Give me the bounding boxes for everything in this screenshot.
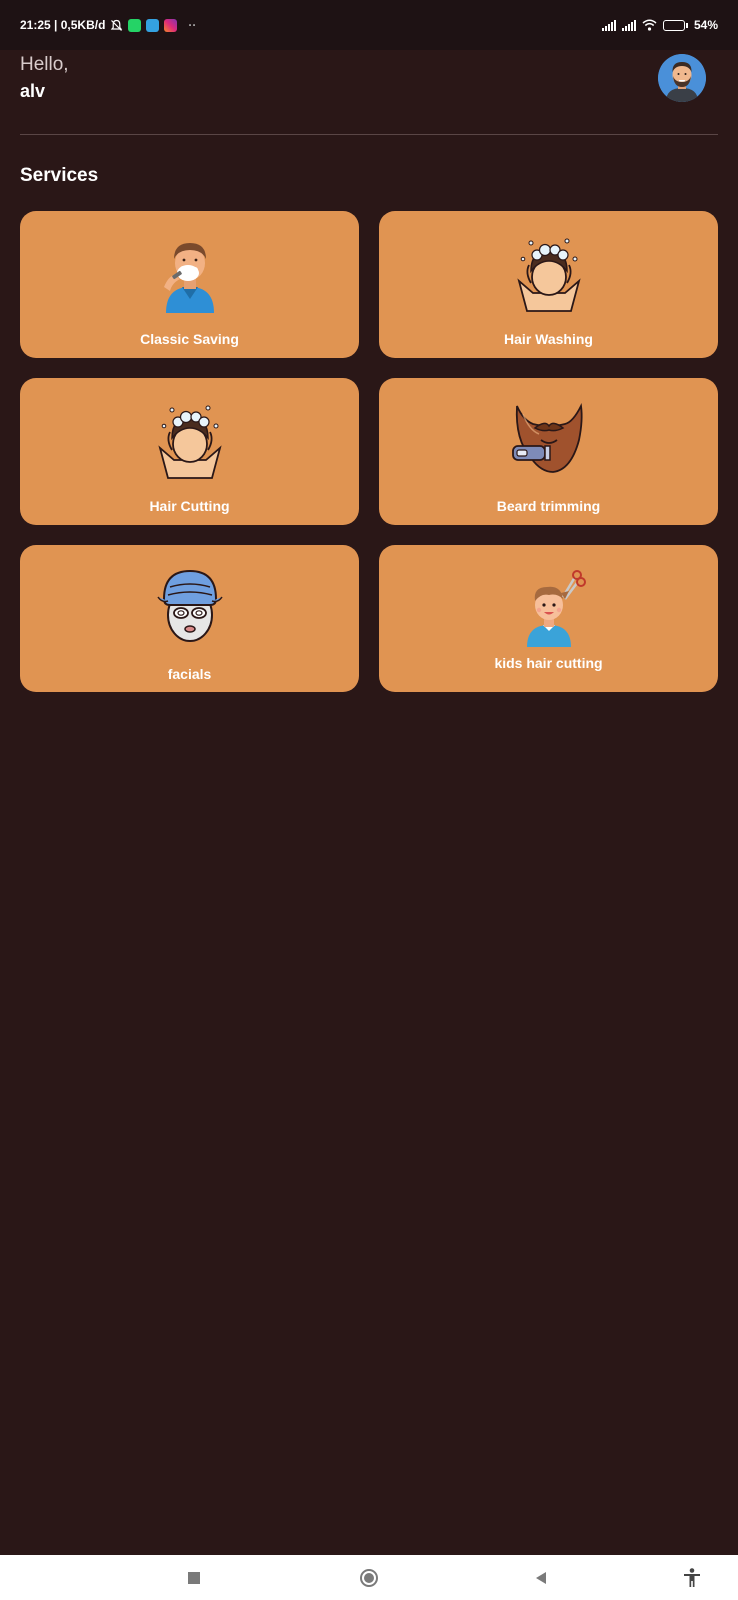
- services-title: Services: [20, 165, 99, 186]
- whatsapp-icon: [128, 18, 142, 32]
- service-label: kids hair cutting: [494, 655, 603, 671]
- service-card-beard-trimming[interactable]: Beard trimming: [379, 378, 718, 525]
- hair-washing-icon: [516, 238, 581, 312]
- wifi-icon: [642, 19, 657, 31]
- battery-percentage: 54%: [693, 18, 718, 32]
- status-time: 21:25 | 0,5KB/d: [20, 18, 106, 32]
- service-card-classic-saving[interactable]: Classic Saving: [20, 211, 359, 358]
- hair-washing-icon: [157, 405, 222, 479]
- status-bar: 21:25 | 0,5KB/d ·· 54%: [0, 0, 738, 50]
- service-label: Classic Saving: [140, 331, 239, 347]
- service-card-hair-cutting[interactable]: Hair Cutting: [20, 378, 359, 525]
- service-card-hair-washing[interactable]: Hair Washing: [379, 211, 718, 358]
- greeting-header: Hello, alv: [20, 50, 718, 134]
- recents-icon[interactable]: [183, 1567, 205, 1589]
- status-left: 21:25 | 0,5KB/d ··: [20, 18, 196, 32]
- mute-bell-icon: [111, 19, 123, 31]
- greeting-text: Hello,: [20, 54, 69, 75]
- system-nav-bar: [0, 1555, 738, 1600]
- beard-trimmer-icon: [511, 403, 583, 473]
- user-avatar-icon: [658, 54, 706, 102]
- instagram-icon: [164, 18, 178, 32]
- more-notifications-indicator: ··: [188, 18, 197, 32]
- battery-icon: [662, 19, 688, 31]
- service-card-facials[interactable]: facials: [20, 545, 359, 692]
- service-label: Beard trimming: [496, 498, 601, 514]
- accessibility-icon[interactable]: [681, 1567, 703, 1589]
- services-grid: Classic Saving Hair Washing Hair Cutting…: [20, 211, 718, 692]
- service-label: Hair Cutting: [149, 498, 230, 514]
- face-mask-icon: [156, 569, 223, 642]
- avatar[interactable]: [658, 54, 706, 102]
- signal-icon-2: [621, 19, 636, 31]
- header-divider: [20, 134, 718, 135]
- service-card-kids-hair-cutting[interactable]: kids hair cutting: [379, 545, 718, 692]
- service-label: Hair Washing: [504, 331, 593, 347]
- home-icon[interactable]: [358, 1567, 380, 1589]
- signal-icon: [601, 19, 616, 31]
- status-right: 54%: [601, 18, 718, 32]
- kid-haircut-icon: [526, 570, 586, 647]
- service-label: facials: [167, 666, 212, 682]
- notification-app-icon: [146, 18, 160, 32]
- back-icon[interactable]: [530, 1567, 552, 1589]
- username: alv: [20, 81, 46, 101]
- shaving-man-icon: [163, 243, 214, 313]
